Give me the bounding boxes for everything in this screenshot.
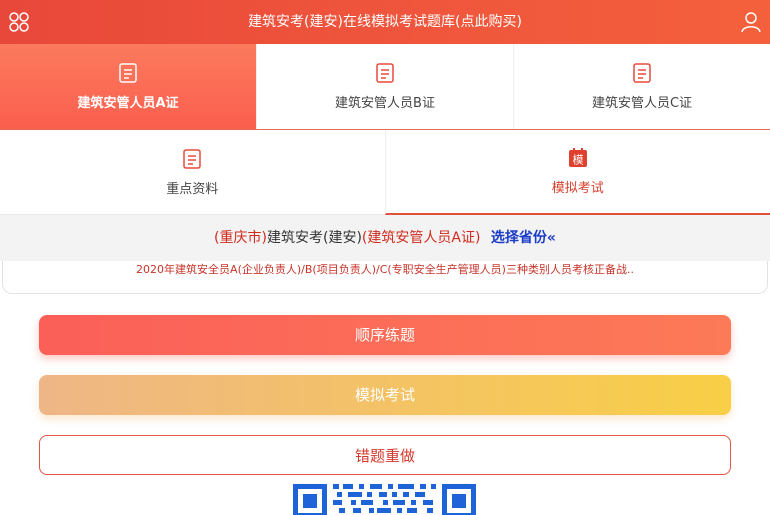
page-title[interactable]: 建筑安考(建安)在线模拟考试题库(点此购买) [0, 0, 770, 44]
document-icon [633, 63, 651, 83]
mock-icon-char: 模 [572, 154, 583, 167]
tab-cert-b[interactable]: 建筑安管人员B证 [257, 44, 514, 129]
notice-text: 2020年建筑安全员A(企业负责人)/B(项目负责人)/C(专职安全生产管理人员… [2, 261, 768, 294]
tab-label: 建筑安管人员A证 [77, 96, 179, 111]
mock-exam-icon: 模 [568, 148, 587, 167]
mock-exam-button[interactable]: 模拟考试 [39, 375, 731, 415]
region-bar: (重庆市)建筑安考(建安)(建筑安管人员A证) 选择省份« [0, 215, 770, 261]
region-exam: 建筑安考(建安) [266, 230, 362, 246]
tab-cert-a[interactable]: 建筑安管人员A证 [0, 44, 257, 129]
tab-cert-c[interactable]: 建筑安管人员C证 [514, 44, 770, 129]
section-tabs: 重点资料 模 模拟考试 [0, 130, 770, 215]
document-icon [376, 63, 394, 83]
sequential-practice-button[interactable]: 顺序练题 [39, 315, 731, 355]
document-icon [119, 63, 137, 83]
cert-tabs: 建筑安管人员A证 建筑安管人员B证 建筑安管人员C证 [0, 44, 770, 130]
user-icon[interactable] [740, 11, 762, 33]
tab-label: 重点资料 [166, 181, 219, 197]
region-city: 重庆市 [219, 230, 262, 246]
tab-label: 建筑安管人员B证 [335, 96, 435, 111]
document-icon [183, 148, 201, 169]
app-header: 建筑安考(建安)在线模拟考试题库(点此购买) [0, 0, 770, 44]
qr-code [293, 484, 476, 515]
tab-label: 建筑安管人员C证 [591, 96, 693, 111]
select-province-link[interactable]: 选择省份« [491, 230, 556, 246]
tab-mock-exam[interactable]: 模 模拟考试 [384, 130, 770, 215]
redo-wrong-button[interactable]: 错题重做 [39, 435, 731, 475]
tab-label: 模拟考试 [551, 181, 604, 196]
region-cert: (建筑安管人员A证) [361, 230, 481, 246]
tab-key-materials[interactable]: 重点资料 [0, 130, 385, 215]
